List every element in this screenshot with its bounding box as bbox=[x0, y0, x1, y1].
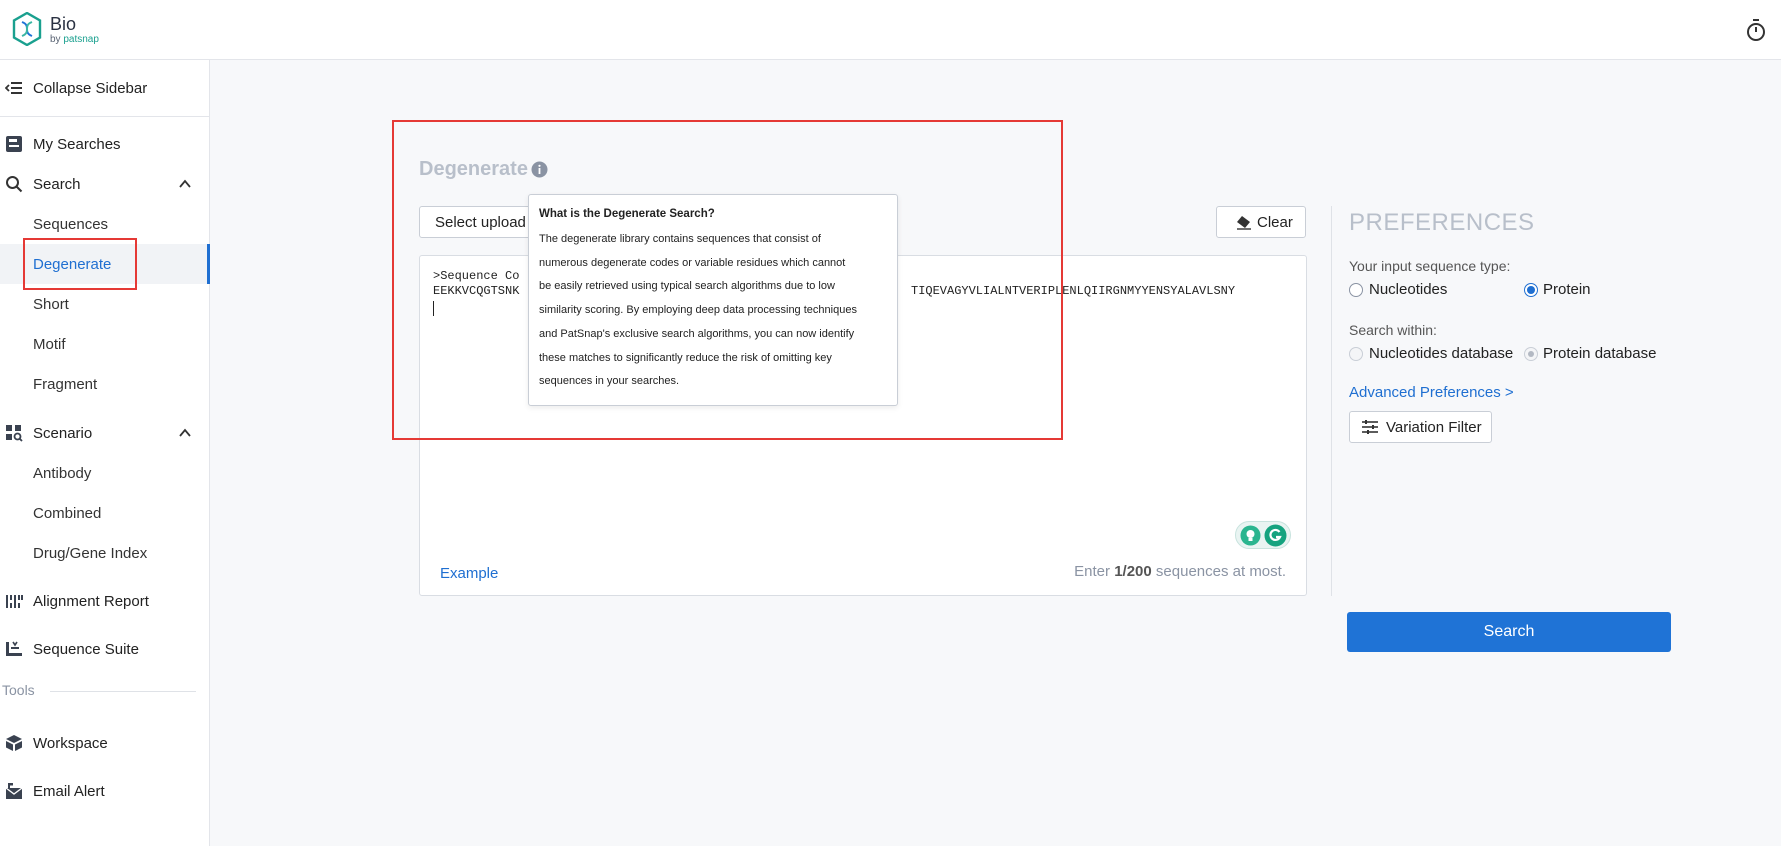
highlight-box-tooltip bbox=[392, 120, 1063, 440]
workspace-icon bbox=[5, 734, 23, 752]
sidebar-item-drug-gene-index[interactable]: Drug/Gene Index bbox=[0, 533, 210, 573]
motif-label: Motif bbox=[33, 336, 66, 353]
sidebar-item-short[interactable]: Short bbox=[0, 284, 210, 324]
email-alert-label: Email Alert bbox=[33, 783, 105, 800]
sidebar-item-my-searches[interactable]: My Searches bbox=[0, 126, 210, 162]
drug-gene-index-label: Drug/Gene Index bbox=[33, 545, 147, 562]
my-searches-label: My Searches bbox=[33, 136, 121, 153]
eraser-icon bbox=[1236, 215, 1252, 230]
highlight-box-sidebar bbox=[23, 238, 137, 290]
antibody-label: Antibody bbox=[33, 465, 91, 482]
brand-sub-name: patsnap bbox=[63, 34, 99, 45]
workspace-label: Workspace bbox=[33, 735, 108, 752]
preferences-divider bbox=[1331, 206, 1332, 596]
sidebar: Collapse Sidebar My Searches Search Sequ… bbox=[0, 60, 210, 846]
search-within-label: Search within: bbox=[1349, 322, 1437, 338]
counter-value: 1/200 bbox=[1114, 563, 1152, 580]
filter-sliders-icon bbox=[1362, 420, 1378, 434]
radio-nucleotides-database[interactable] bbox=[1349, 347, 1363, 361]
variation-filter-button[interactable]: Variation Filter bbox=[1349, 411, 1492, 443]
sidebar-item-search[interactable]: Search bbox=[0, 166, 210, 202]
collapse-icon bbox=[5, 79, 23, 97]
email-alert-icon bbox=[5, 782, 23, 800]
top-bar: Bio by patsnap bbox=[0, 0, 1781, 60]
search-label: Search bbox=[33, 176, 81, 193]
search-button[interactable]: Search bbox=[1347, 612, 1671, 652]
brand-sub-prefix: by bbox=[50, 34, 61, 45]
sequence-suite-label: Sequence Suite bbox=[33, 641, 139, 658]
alignment-report-label: Alignment Report bbox=[33, 593, 149, 610]
counter-suffix: sequences at most. bbox=[1152, 563, 1286, 580]
collapse-label: Collapse Sidebar bbox=[33, 80, 147, 97]
sequences-label: Sequences bbox=[33, 216, 108, 233]
clear-button[interactable]: Clear bbox=[1216, 206, 1306, 238]
clear-label: Clear bbox=[1257, 214, 1293, 231]
chevron-up-icon[interactable] bbox=[178, 177, 192, 191]
example-link[interactable]: Example bbox=[440, 565, 498, 582]
radio-protein-database-label[interactable]: Protein database bbox=[1543, 345, 1656, 362]
radio-nucleotides-label[interactable]: Nucleotides bbox=[1369, 281, 1447, 298]
search-icon bbox=[5, 175, 23, 193]
sidebar-item-email-alert[interactable]: Email Alert bbox=[0, 773, 210, 809]
sidebar-item-motif[interactable]: Motif bbox=[0, 324, 210, 364]
input-type-label: Your input sequence type: bbox=[1349, 258, 1510, 274]
lightbulb-icon[interactable] bbox=[1240, 525, 1261, 546]
tools-divider bbox=[50, 691, 196, 692]
sidebar-item-alignment-report[interactable]: Alignment Report bbox=[0, 583, 210, 619]
chevron-up-icon[interactable] bbox=[178, 426, 192, 440]
radio-protein-label[interactable]: Protein bbox=[1543, 281, 1591, 298]
radio-nucleotides[interactable] bbox=[1349, 283, 1363, 297]
sidebar-item-workspace[interactable]: Workspace bbox=[0, 725, 210, 761]
sidebar-item-sequence-suite[interactable]: Sequence Suite bbox=[0, 631, 210, 667]
tools-section-header: Tools bbox=[0, 682, 210, 702]
radio-protein[interactable] bbox=[1524, 283, 1538, 297]
sidebar-item-scenario[interactable]: Scenario bbox=[0, 415, 210, 451]
preferences-title: PREFERENCES bbox=[1349, 209, 1535, 237]
radio-protein-database[interactable] bbox=[1524, 347, 1538, 361]
short-label: Short bbox=[33, 296, 69, 313]
saved-searches-icon bbox=[5, 135, 23, 153]
tools-label: Tools bbox=[2, 682, 35, 698]
radio-nucleotides-database-label[interactable]: Nucleotides database bbox=[1369, 345, 1513, 362]
sequence-suite-icon bbox=[5, 640, 23, 658]
brand-name: Bio bbox=[50, 14, 76, 35]
bio-logo-icon[interactable] bbox=[12, 12, 42, 46]
counter-prefix: Enter bbox=[1074, 563, 1114, 580]
scenario-icon bbox=[5, 424, 23, 442]
combined-label: Combined bbox=[33, 505, 101, 522]
brand-sub: by patsnap bbox=[50, 34, 99, 45]
sidebar-item-fragment[interactable]: Fragment bbox=[0, 364, 210, 404]
alignment-report-icon bbox=[5, 592, 23, 610]
variation-filter-label: Variation Filter bbox=[1386, 419, 1482, 436]
scenario-label: Scenario bbox=[33, 425, 92, 442]
advanced-preferences-link[interactable]: Advanced Preferences > bbox=[1349, 384, 1514, 401]
sidebar-divider bbox=[0, 116, 210, 117]
grammarly-icon[interactable] bbox=[1264, 524, 1287, 547]
sidebar-item-combined[interactable]: Combined bbox=[0, 493, 210, 533]
collapse-sidebar-button[interactable]: Collapse Sidebar bbox=[0, 70, 210, 106]
grammar-widget[interactable] bbox=[1235, 521, 1291, 549]
stopwatch-icon[interactable] bbox=[1745, 18, 1767, 42]
sequence-counter: Enter 1/200 sequences at most. bbox=[1074, 563, 1286, 580]
sidebar-item-antibody[interactable]: Antibody bbox=[0, 453, 210, 493]
fragment-label: Fragment bbox=[33, 376, 97, 393]
